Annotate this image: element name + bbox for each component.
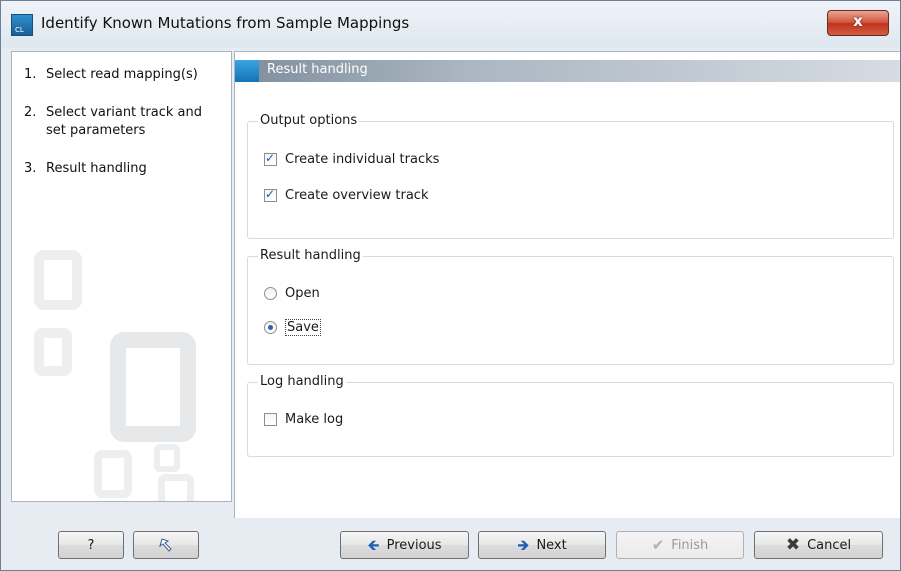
- step-2: 2. Select variant track and set parameter…: [24, 105, 202, 138]
- window-title: Identify Known Mutations from Sample Map…: [41, 14, 410, 32]
- finish-label: Finish: [671, 537, 709, 553]
- next-label: Next: [536, 537, 567, 553]
- watermark-square-icon: [34, 328, 72, 376]
- watermark-square-icon: [94, 450, 132, 498]
- previous-button[interactable]: 🡸 Previous: [340, 531, 469, 559]
- save-option[interactable]: Save: [264, 318, 321, 336]
- content-panel: Result handling Output options Create in…: [234, 51, 900, 518]
- app-logo-icon: CL: [11, 14, 33, 36]
- save-radio[interactable]: [264, 320, 277, 334]
- left-arrow-icon: 🡸: [367, 535, 380, 554]
- right-arrow-icon: 🡺: [517, 535, 530, 554]
- step-1: 1. Select read mapping(s): [24, 67, 198, 82]
- create-overview-track-option[interactable]: Create overview track: [264, 186, 428, 204]
- result-handling-title: Result handling: [258, 248, 363, 263]
- make-log-label: Make log: [285, 411, 344, 427]
- wizard-steps-panel: 1. Select read mapping(s) 2. Select varian…: [11, 51, 232, 502]
- open-option[interactable]: Open: [264, 284, 320, 302]
- create-overview-track-label: Create overview track: [285, 187, 429, 203]
- previous-label: Previous: [386, 537, 442, 553]
- open-radio[interactable]: [264, 286, 277, 300]
- save-label: Save: [285, 318, 321, 336]
- close-icon: x: [853, 12, 863, 30]
- cancel-button[interactable]: ✖ Cancel: [754, 531, 883, 559]
- create-individual-tracks-option[interactable]: Create individual tracks: [264, 150, 439, 168]
- create-individual-tracks-label: Create individual tracks: [285, 151, 440, 167]
- section-header-title: Result handling: [267, 62, 368, 77]
- help-label: ?: [87, 537, 95, 553]
- section-marker-icon: [235, 60, 259, 82]
- create-individual-tracks-checkbox[interactable]: [264, 151, 277, 166]
- reset-button[interactable]: [133, 531, 199, 559]
- title-bar: CL Identify Known Mutations from Sample …: [1, 1, 900, 48]
- create-overview-track-checkbox[interactable]: [264, 187, 277, 202]
- watermark-square-icon: [34, 250, 82, 310]
- cancel-label: Cancel: [807, 537, 852, 553]
- make-log-checkbox[interactable]: [264, 412, 277, 426]
- undo-arrow-icon: [159, 538, 172, 552]
- watermark-square-icon: [154, 444, 180, 472]
- dialog-window: CL Identify Known Mutations from Sample …: [0, 0, 901, 571]
- watermark-square-icon: [110, 332, 196, 442]
- output-options-title: Output options: [258, 113, 360, 128]
- result-handling-group: Result handling Open Save: [247, 248, 894, 365]
- finish-button[interactable]: ✔ Finish: [616, 531, 744, 559]
- close-button[interactable]: x: [827, 10, 889, 36]
- make-log-option[interactable]: Make log: [264, 410, 343, 428]
- help-button[interactable]: ?: [58, 531, 124, 559]
- output-options-group: Output options Create individual tracks …: [247, 113, 894, 239]
- log-handling-group: Log handling Make log: [247, 374, 894, 457]
- section-header: Result handling: [235, 60, 900, 82]
- checkmark-icon: ✔: [651, 535, 665, 554]
- watermark-square-icon: [158, 474, 194, 501]
- log-handling-title: Log handling: [258, 374, 346, 389]
- button-bar: ? 🡸 Previous 🡺 Next ✔ Finish ✖ Cancel: [1, 519, 900, 570]
- step-3: 3. Result handling: [24, 161, 147, 176]
- next-button[interactable]: 🡺 Next: [478, 531, 606, 559]
- open-label: Open: [285, 285, 320, 301]
- cancel-x-icon: ✖: [785, 534, 801, 555]
